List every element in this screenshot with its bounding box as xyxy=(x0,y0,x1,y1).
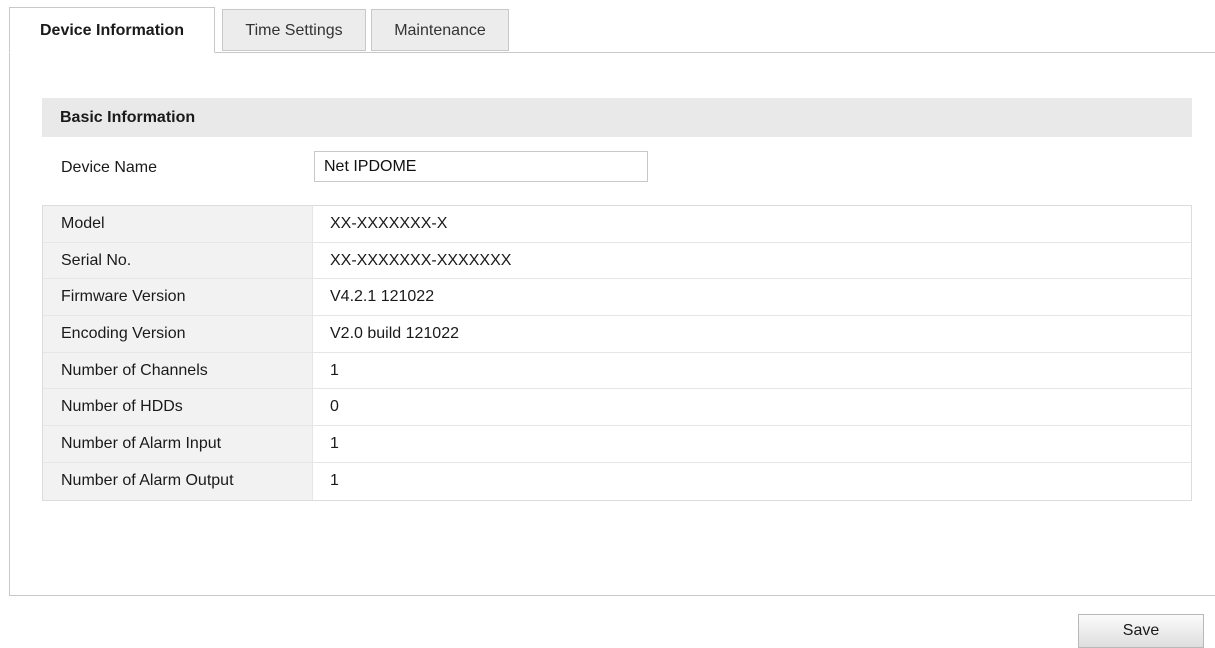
info-label: Number of Channels xyxy=(43,352,313,389)
info-label: Serial No. xyxy=(43,242,313,279)
tab-time-settings[interactable]: Time Settings xyxy=(222,9,366,51)
tab-device-information[interactable]: Device Information xyxy=(9,7,215,53)
info-value: 1 xyxy=(330,471,339,489)
info-value: 1 xyxy=(330,361,339,379)
info-value: XX-XXXXXXX-XXXXXXX xyxy=(330,251,512,269)
info-label: Number of HDDs xyxy=(43,389,313,426)
tab-bar: Device Information Time Settings Mainten… xyxy=(0,0,1215,53)
info-row-model: Model XX-XXXXXXX-X xyxy=(43,206,1191,243)
info-row-number-of-alarm-output: Number of Alarm Output 1 xyxy=(43,462,1191,500)
info-value: V2.0 build 121022 xyxy=(330,325,459,343)
info-label: Firmware Version xyxy=(43,279,313,316)
info-row-firmware-version: Firmware Version V4.2.1 121022 xyxy=(43,279,1191,317)
device-info-table: Model XX-XXXXXXX-X Serial No. XX-XXXXXXX… xyxy=(42,205,1192,501)
info-label: Encoding Version xyxy=(43,316,313,352)
device-information-panel: Basic Information Device Name Model XX-X… xyxy=(9,52,1215,596)
info-row-number-of-channels: Number of Channels 1 xyxy=(43,352,1191,390)
info-row-encoding-version: Encoding Version V2.0 build 121022 xyxy=(43,316,1191,353)
info-value: XX-XXXXXXX-X xyxy=(330,215,448,232)
basic-information-header: Basic Information xyxy=(42,98,1192,137)
info-label: Number of Alarm Output xyxy=(43,462,313,500)
tab-maintenance[interactable]: Maintenance xyxy=(371,9,509,51)
info-label: Model xyxy=(43,206,313,242)
info-value: 0 xyxy=(330,398,339,416)
info-value: 1 xyxy=(330,435,339,453)
info-value: V4.2.1 121022 xyxy=(330,288,435,306)
info-row-number-of-hdds: Number of HDDs 0 xyxy=(43,389,1191,427)
device-name-label: Device Name xyxy=(61,159,158,176)
info-row-number-of-alarm-input: Number of Alarm Input 1 xyxy=(43,426,1191,463)
device-name-input[interactable] xyxy=(314,151,648,182)
info-label: Number of Alarm Input xyxy=(43,426,313,462)
save-button[interactable]: Save xyxy=(1078,614,1204,648)
info-row-serial-no: Serial No. XX-XXXXXXX-XXXXXXX xyxy=(43,242,1191,280)
